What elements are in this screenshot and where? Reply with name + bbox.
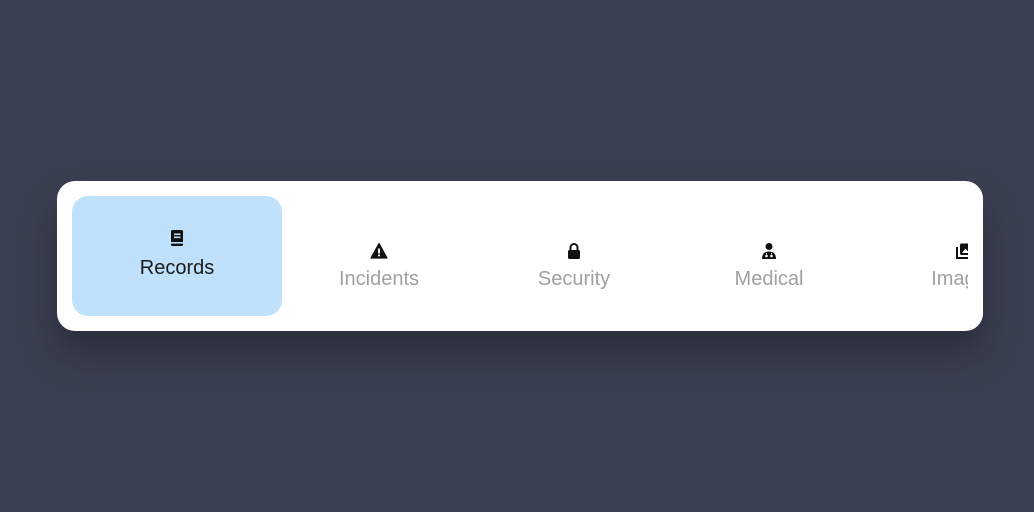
tab-bar: Records Incidents Security Medical Ima xyxy=(57,181,983,331)
card-edge xyxy=(968,181,983,331)
tab-images[interactable]: Images xyxy=(859,196,983,316)
tab-label: Records xyxy=(139,257,215,279)
lock-icon xyxy=(565,242,583,260)
tab-label: Security xyxy=(537,268,611,290)
book-icon xyxy=(168,229,186,247)
warning-icon xyxy=(370,242,388,260)
tab-label: Incidents xyxy=(338,268,420,290)
tab-security[interactable]: Security xyxy=(469,196,679,316)
tab-records[interactable]: Records xyxy=(72,196,282,316)
tab-medical[interactable]: Medical xyxy=(664,196,874,316)
doctor-icon xyxy=(760,242,778,260)
tab-incidents[interactable]: Incidents xyxy=(274,196,484,316)
tab-label: Medical xyxy=(734,268,804,290)
